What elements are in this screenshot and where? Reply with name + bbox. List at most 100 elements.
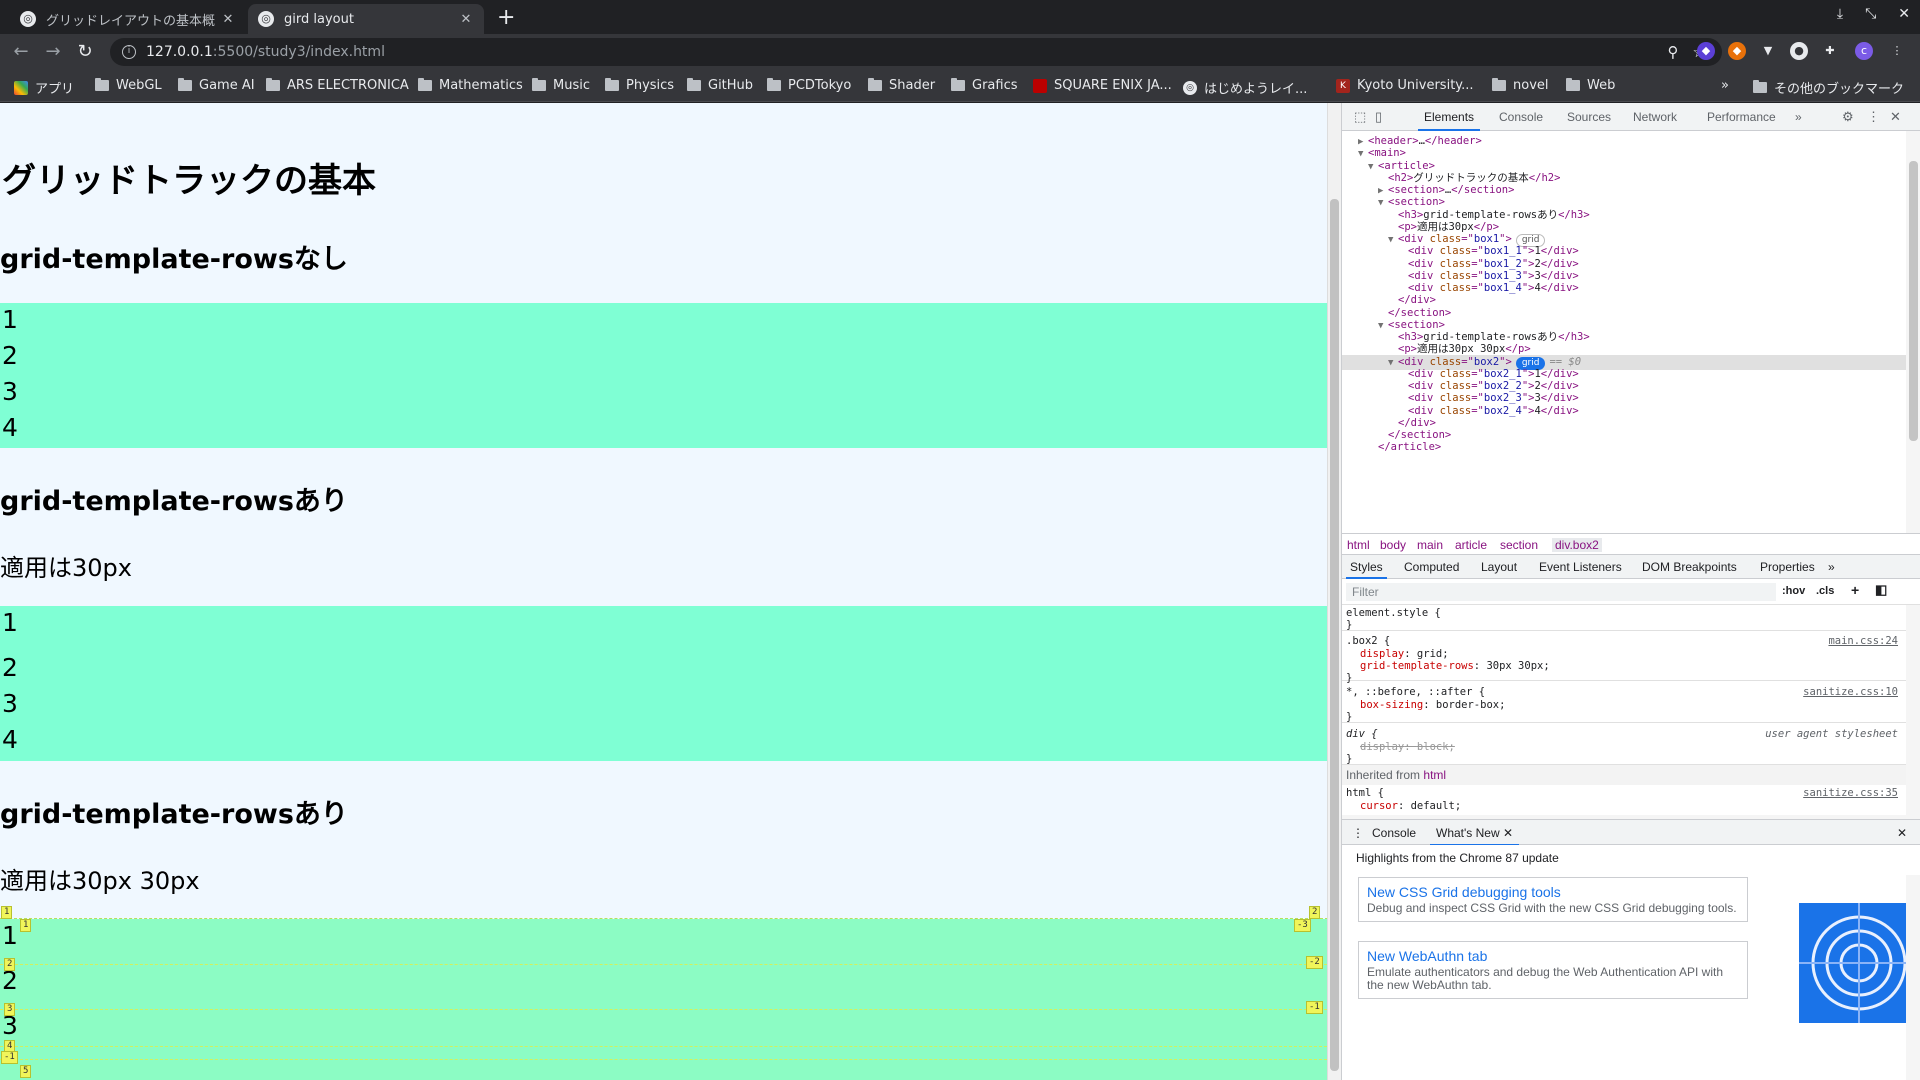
menu-icon[interactable]: ⋮ (1888, 42, 1906, 60)
breadcrumb-item[interactable]: html (1347, 538, 1370, 552)
tab-styles[interactable]: Styles (1346, 560, 1387, 579)
zoom-icon[interactable]: ⚲ (1668, 43, 1679, 61)
bookmark-folder[interactable]: Grafics (951, 78, 1018, 93)
tab-layout[interactable]: Layout (1481, 560, 1517, 574)
css-declaration[interactable]: cursor: default; (1360, 800, 1461, 813)
extension-icon[interactable]: ◆ (1697, 42, 1715, 60)
new-tab-button[interactable]: + (497, 6, 515, 30)
page-scrollbar[interactable] (1327, 103, 1341, 1080)
bookmarks-overflow[interactable]: » (1721, 78, 1729, 93)
hov-toggle[interactable]: :hov (1782, 585, 1805, 597)
bookmark-hajimeyou[interactable]: ◎ はじめようレイ... (1183, 78, 1307, 97)
styles-scrollbar[interactable] (1906, 605, 1920, 815)
dom-token: 適用は30px (1416, 220, 1474, 233)
dom-token: <div (1398, 355, 1430, 368)
bookmark-folder[interactable]: ARS ELECTRONICA (266, 78, 409, 93)
folder-icon (1492, 78, 1506, 91)
close-window-icon[interactable]: ✕ (1898, 6, 1910, 22)
tab-dom-breakpoints[interactable]: DOM Breakpoints (1642, 560, 1737, 574)
bookmark-folder[interactable]: Web (1566, 78, 1615, 93)
bookmark-apps[interactable]: アプリ (14, 78, 74, 97)
tab-sources[interactable]: Sources (1567, 110, 1611, 124)
card-title[interactable]: New CSS Grid debugging tools (1367, 884, 1739, 900)
bookmark-folder[interactable]: WebGL (95, 78, 162, 93)
dom-node[interactable]: </article> (1342, 440, 1906, 455)
bookmark-folder[interactable]: Physics (605, 78, 674, 93)
scrollbar-thumb[interactable] (1330, 199, 1339, 1071)
avatar[interactable]: c (1855, 42, 1873, 60)
more-tabs-icon[interactable]: » (1828, 560, 1835, 574)
breadcrumb-item[interactable]: article (1455, 538, 1487, 552)
rule-source-link[interactable]: sanitize.css:10 (1803, 686, 1898, 698)
drawer-tab-console[interactable]: Console (1372, 826, 1416, 840)
bookmark-folder[interactable]: novel (1492, 78, 1549, 93)
close-drawer-icon[interactable]: ✕ (1897, 826, 1907, 840)
css-declaration[interactable]: grid-template-rows: 30px 30px; (1360, 660, 1550, 673)
rule-universal: *, ::before, ::after { sanitize.css:10 b… (1342, 683, 1906, 723)
close-devtools-icon[interactable]: ✕ (1890, 109, 1901, 125)
extension-icon[interactable]: ● (1790, 42, 1808, 60)
settings-gear-icon[interactable]: ⚙ (1842, 109, 1854, 125)
new-rule-button[interactable]: + (1851, 582, 1859, 598)
whats-new-card[interactable]: New CSS Grid debugging tools Debug and i… (1358, 877, 1748, 922)
browser-tab-1[interactable]: ◎ グリッドレイアウトの基本概 ✕ (10, 4, 246, 34)
close-tab-icon[interactable]: ✕ (458, 12, 474, 27)
browser-tab-2[interactable]: ◎ gird layout ✕ (248, 4, 484, 34)
tab-computed[interactable]: Computed (1404, 560, 1459, 574)
whats-new-card[interactable]: New WebAuthn tab Emulate authenticators … (1358, 941, 1748, 999)
grid-item: 2 (2, 341, 18, 370)
dom-token: </div> (1540, 392, 1579, 405)
puzzle-icon[interactable]: ✚ (1821, 42, 1839, 60)
dom-tree[interactable]: ▶ <header>…</header> ▼ <main> ▼ <article> <h2>… (1342, 131, 1906, 533)
inspect-element-icon[interactable]: ⬚ (1354, 109, 1366, 125)
other-bookmarks[interactable]: その他のブックマーク (1753, 78, 1904, 97)
extension-icon[interactable]: ◆ (1728, 42, 1746, 60)
tab-properties[interactable]: Properties (1760, 560, 1815, 574)
rule-source-link[interactable]: sanitize.css:35 (1803, 787, 1898, 799)
card-title[interactable]: New WebAuthn tab (1367, 948, 1739, 964)
dom-scrollbar[interactable] (1906, 131, 1920, 533)
breadcrumb-item-active[interactable]: div.box2 (1552, 538, 1602, 552)
back-icon[interactable]: ← (10, 41, 32, 62)
scrollbar-thumb[interactable] (1909, 161, 1918, 441)
forward-icon[interactable]: → (42, 41, 64, 62)
bookmark-folder[interactable]: GitHub (687, 78, 753, 93)
css-declaration-overridden: display: block; (1360, 741, 1455, 753)
toggle-sidebar-icon[interactable]: ◧ (1875, 582, 1887, 598)
dom-token: class (1439, 404, 1472, 417)
drawer-menu-icon[interactable]: ⋮ (1352, 826, 1364, 840)
breadcrumb-item[interactable]: main (1417, 538, 1443, 552)
close-icon[interactable]: ✕ (1503, 826, 1513, 840)
styles-filter-input[interactable]: Filter (1346, 583, 1776, 601)
bookmark-folder[interactable]: Shader (868, 78, 935, 93)
cls-toggle[interactable]: .cls (1816, 585, 1834, 597)
bookmark-kyoto[interactable]: K Kyoto University... (1336, 78, 1474, 93)
bookmark-folder[interactable]: Music (532, 78, 590, 93)
close-tab-icon[interactable]: ✕ (220, 12, 236, 27)
reload-icon[interactable]: ↻ (74, 41, 96, 62)
bookmark-folder[interactable]: Game AI (178, 78, 255, 93)
kebab-menu-icon[interactable]: ⋮ (1867, 109, 1880, 125)
tab-performance[interactable]: Performance (1707, 110, 1776, 124)
drawer-tab-whats-new[interactable]: What's New ✕ (1429, 826, 1520, 846)
rule-source-link[interactable]: main.css:24 (1828, 635, 1898, 647)
bookmark-folder[interactable]: Mathematics (418, 78, 523, 93)
breadcrumb-item[interactable]: body (1380, 538, 1406, 552)
bookmark-square-enix[interactable]: SQUARE ENIX JA... (1033, 78, 1172, 93)
folder-icon (767, 78, 781, 91)
css-declaration[interactable]: box-sizing: border-box; (1360, 699, 1505, 712)
whats-new-scrollbar[interactable] (1906, 875, 1920, 1080)
more-tabs-icon[interactable]: » (1795, 110, 1802, 124)
info-icon[interactable]: i (122, 45, 136, 59)
tab-elements[interactable]: Elements (1417, 110, 1481, 131)
tab-network[interactable]: Network (1633, 110, 1677, 124)
download-icon[interactable]: ⤓ (1837, 6, 1843, 22)
bookmark-folder[interactable]: PCDTokyo (767, 78, 851, 93)
tab-console[interactable]: Console (1499, 110, 1543, 124)
device-toolbar-icon[interactable]: ▯ (1375, 109, 1382, 125)
extension-icon[interactable]: ▼ (1759, 42, 1777, 60)
restore-icon[interactable]: ⤡ (1865, 6, 1876, 22)
breadcrumb-item[interactable]: section (1500, 538, 1538, 552)
address-bar[interactable]: i 127.0.0.1:5500/study3/index.html ⚲ ☆ (110, 38, 1722, 66)
tab-event-listeners[interactable]: Event Listeners (1539, 560, 1622, 574)
